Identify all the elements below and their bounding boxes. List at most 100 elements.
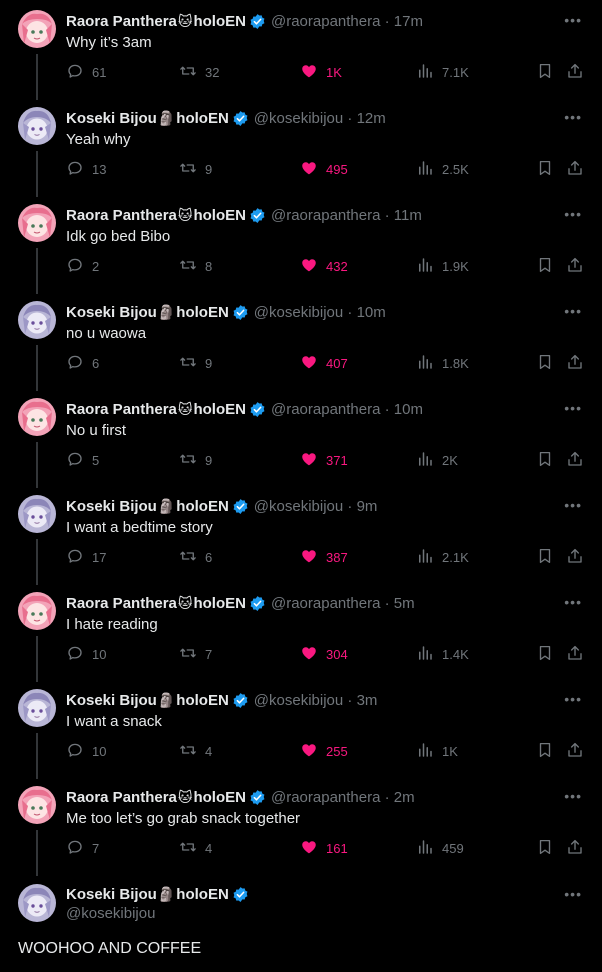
more-dots-icon[interactable]: ••• (564, 691, 582, 707)
like-button[interactable]: 1K (300, 62, 342, 83)
display-name[interactable]: Raora Panthera (66, 789, 177, 806)
more-dots-icon[interactable]: ••• (564, 497, 582, 513)
handle[interactable]: @kosekibijou (66, 905, 155, 922)
avatar[interactable] (18, 592, 56, 630)
handle-and-time[interactable]: @kosekibijou · 12m (254, 110, 386, 127)
more-dots-icon[interactable]: ••• (564, 12, 582, 28)
bookmark-button[interactable] (536, 62, 562, 83)
avatar[interactable] (18, 398, 56, 436)
name-suffix[interactable]: holoEN (176, 692, 229, 709)
bookmark-button[interactable] (536, 644, 562, 665)
views-button[interactable]: 2.5K (416, 159, 469, 180)
share-button[interactable] (566, 741, 592, 762)
like-button[interactable]: 161 (300, 838, 348, 859)
reply-tweet[interactable]: Raora Panthera 🐱 holoEN @raorapanthera · 11… (0, 194, 602, 294)
display-name[interactable]: Raora Panthera (66, 207, 177, 224)
retweet-button[interactable]: 7 (179, 644, 212, 665)
name-suffix[interactable]: holoEN (193, 13, 246, 30)
like-button[interactable]: 371 (300, 450, 348, 471)
like-button[interactable]: 304 (300, 644, 348, 665)
bookmark-button[interactable] (536, 547, 562, 568)
reply-button[interactable]: 2 (66, 256, 99, 277)
reply-tweet[interactable]: Koseki Bijou 🗿 holoEN @kosekibijou · 3m ••• I… (0, 679, 602, 779)
more-dots-icon[interactable]: ••• (564, 206, 582, 222)
name-suffix[interactable]: holoEN (193, 789, 246, 806)
bookmark-button[interactable] (536, 353, 562, 374)
retweet-button[interactable]: 6 (179, 547, 212, 568)
views-button[interactable]: 1.8K (416, 353, 469, 374)
like-button[interactable]: 495 (300, 159, 348, 180)
more-dots-icon[interactable]: ••• (564, 886, 582, 902)
share-button[interactable] (566, 838, 592, 859)
bookmark-button[interactable] (536, 741, 562, 762)
share-button[interactable] (566, 62, 592, 83)
views-button[interactable]: 2K (416, 450, 458, 471)
reply-tweet[interactable]: Raora Panthera 🐱 holoEN @raorapanthera · 17… (0, 0, 602, 100)
avatar[interactable] (18, 786, 56, 824)
views-button[interactable]: 1.9K (416, 256, 469, 277)
display-name[interactable]: Koseki Bijou (66, 498, 157, 515)
views-button[interactable]: 459 (416, 838, 464, 859)
share-button[interactable] (566, 644, 592, 665)
like-button[interactable]: 432 (300, 256, 348, 277)
avatar[interactable] (18, 10, 56, 48)
views-button[interactable]: 1K (416, 741, 458, 762)
name-suffix[interactable]: holoEN (176, 304, 229, 321)
handle-and-time[interactable]: @kosekibijou · 9m (254, 498, 378, 515)
more-dots-icon[interactable]: ••• (564, 109, 582, 125)
avatar[interactable] (18, 495, 56, 533)
display-name[interactable]: Koseki Bijou (66, 692, 157, 709)
retweet-button[interactable]: 9 (179, 353, 212, 374)
retweet-button[interactable]: 4 (179, 741, 212, 762)
avatar[interactable] (18, 107, 56, 145)
handle-and-time[interactable]: @raorapanthera · 5m (271, 595, 415, 612)
bookmark-button[interactable] (536, 838, 562, 859)
handle-and-time[interactable]: @raorapanthera · 11m (271, 207, 422, 224)
display-name[interactable]: Koseki Bijou (66, 110, 157, 127)
main-tweet[interactable]: Koseki Bijou 🗿 holoEN @kosekibijou ••• W… (0, 874, 602, 972)
avatar[interactable] (18, 884, 56, 922)
bookmark-button[interactable] (536, 256, 562, 277)
display-name[interactable]: Raora Panthera (66, 595, 177, 612)
name-suffix[interactable]: holoEN (193, 207, 246, 224)
share-button[interactable] (566, 547, 592, 568)
display-name[interactable]: Koseki Bijou (66, 886, 157, 903)
like-button[interactable]: 407 (300, 353, 348, 374)
retweet-button[interactable]: 9 (179, 450, 212, 471)
retweet-button[interactable]: 32 (179, 62, 219, 83)
handle-and-time[interactable]: @kosekibijou · 10m (254, 304, 386, 321)
more-dots-icon[interactable]: ••• (564, 788, 582, 804)
retweet-button[interactable]: 8 (179, 256, 212, 277)
name-suffix[interactable]: holoEN (176, 498, 229, 515)
more-dots-icon[interactable]: ••• (564, 303, 582, 319)
views-button[interactable]: 1.4K (416, 644, 469, 665)
reply-tweet[interactable]: Koseki Bijou 🗿 holoEN @kosekibijou · 9m ••• I… (0, 485, 602, 585)
reply-button[interactable]: 13 (66, 159, 106, 180)
avatar[interactable] (18, 301, 56, 339)
handle-and-time[interactable]: @raorapanthera · 17m (271, 13, 423, 30)
reply-tweet[interactable]: Raora Panthera 🐱 holoEN @raorapanthera · 5m… (0, 582, 602, 682)
reply-button[interactable]: 6 (66, 353, 99, 374)
avatar[interactable] (18, 689, 56, 727)
handle-and-time[interactable]: @raorapanthera · 10m (271, 401, 423, 418)
retweet-button[interactable]: 9 (179, 159, 212, 180)
views-button[interactable]: 2.1K (416, 547, 469, 568)
like-button[interactable]: 255 (300, 741, 348, 762)
display-name[interactable]: Koseki Bijou (66, 304, 157, 321)
reply-tweet[interactable]: Raora Panthera 🐱 holoEN @raorapanthera · 2m… (0, 776, 602, 876)
reply-button[interactable]: 61 (66, 62, 106, 83)
more-dots-icon[interactable]: ••• (564, 400, 582, 416)
share-button[interactable] (566, 256, 592, 277)
retweet-button[interactable]: 4 (179, 838, 212, 859)
like-button[interactable]: 387 (300, 547, 348, 568)
name-suffix[interactable]: holoEN (193, 401, 246, 418)
reply-button[interactable]: 5 (66, 450, 99, 471)
display-name[interactable]: Raora Panthera (66, 401, 177, 418)
bookmark-button[interactable] (536, 159, 562, 180)
avatar[interactable] (18, 204, 56, 242)
share-button[interactable] (566, 159, 592, 180)
share-button[interactable] (566, 353, 592, 374)
display-name[interactable]: Raora Panthera (66, 13, 177, 30)
share-button[interactable] (566, 450, 592, 471)
reply-tweet[interactable]: Koseki Bijou 🗿 holoEN @kosekibijou · 12m •••… (0, 97, 602, 197)
